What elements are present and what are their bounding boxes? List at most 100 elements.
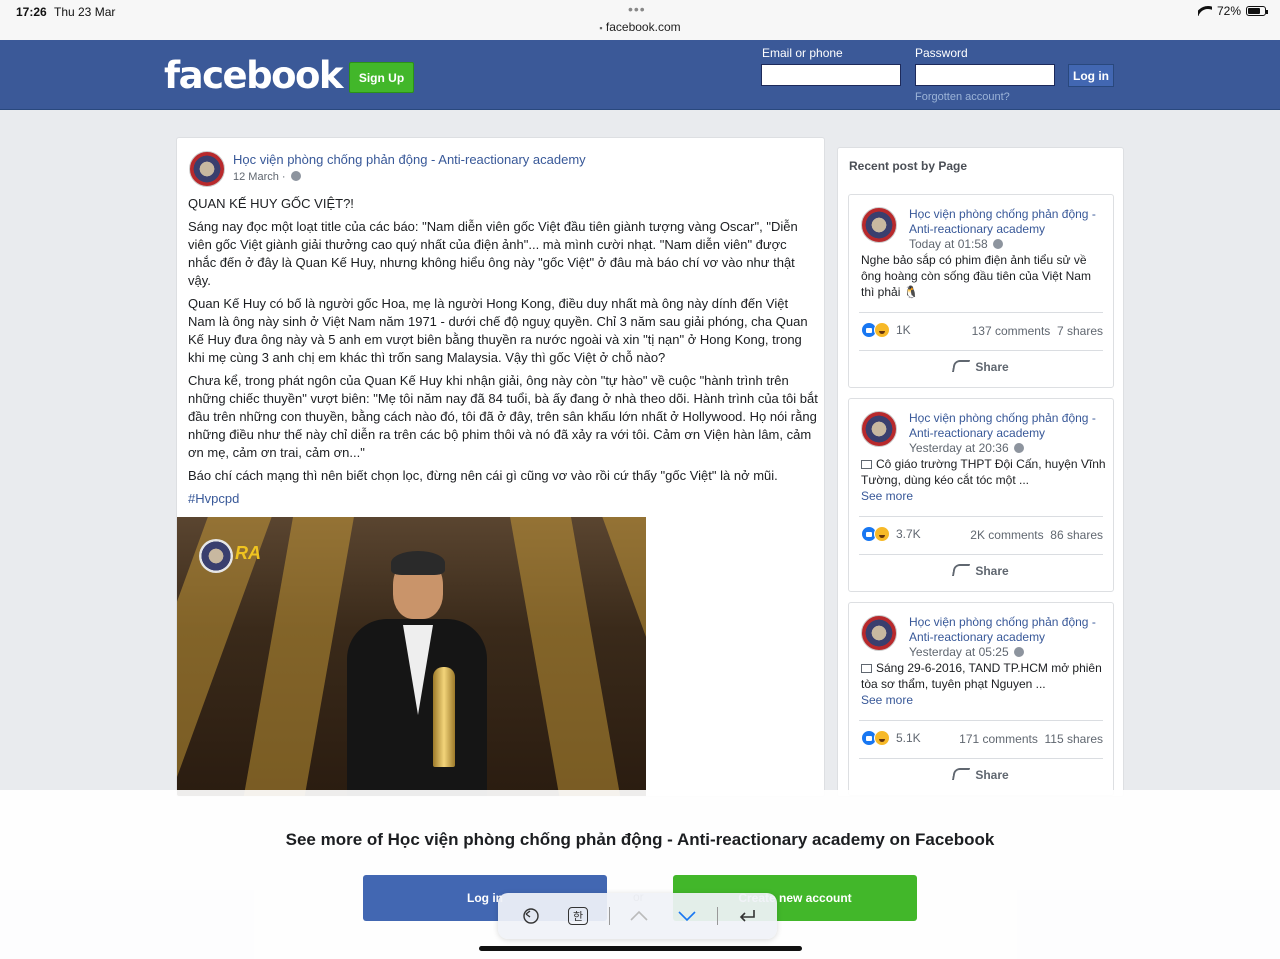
- reactions[interactable]: 1K: [861, 322, 911, 338]
- post-stats[interactable]: 171 comments 115 shares: [959, 732, 1103, 746]
- share-icon: [952, 360, 971, 372]
- divider: [859, 312, 1103, 313]
- oscar-statue: [433, 667, 455, 767]
- recent-post-time-text: Yesterday at 05:25: [909, 645, 1009, 659]
- post-paragraph: Sáng nay đọc một loạt title của các báo:…: [188, 219, 798, 288]
- post-date-text: 12 March ·: [233, 171, 286, 183]
- haha-icon: [874, 526, 890, 542]
- post-paragraph: QUAN KẾ HUY GỐC VIỆT?!: [188, 196, 354, 211]
- chevron-up-icon[interactable]: [628, 905, 650, 927]
- status-date: Thu 23 Mar: [54, 5, 116, 19]
- globe-icon: [1013, 443, 1024, 453]
- status-bar: 17:26 Thu 23 Mar ••• ▪ facebook.com 72%: [0, 0, 1280, 40]
- battery-icon: [1246, 6, 1268, 16]
- page-avatar[interactable]: [861, 615, 897, 651]
- main-post: Học viện phòng chống phản động - Anti-re…: [176, 137, 825, 797]
- share-label: Share: [975, 768, 1009, 782]
- see-more-link[interactable]: See more: [861, 489, 913, 503]
- post-paragraph: Quan Kế Huy có bố là người gốc Hoa, mẹ l…: [188, 296, 808, 365]
- share-button[interactable]: Share: [849, 768, 1113, 782]
- reaction-count: 1K: [896, 323, 911, 337]
- post-paragraph: Chưa kể, trong phát ngôn của Quan Kế Huy…: [188, 373, 818, 460]
- recent-post-text: Sáng 29-6-2016, TAND TP.HCM mở phiên tòa…: [861, 660, 1107, 708]
- recent-post-page-name[interactable]: Học viện phòng chống phản động - Anti-re…: [909, 207, 1105, 237]
- recent-post-time-text: Yesterday at 20:36: [909, 441, 1009, 455]
- signup-button[interactable]: Sign Up: [349, 62, 414, 93]
- post-page-name[interactable]: Học viện phòng chống phản động - Anti-re…: [233, 152, 586, 167]
- forgot-account-link[interactable]: Forgotten account?: [915, 91, 1010, 103]
- status-time: 17:26: [16, 5, 47, 19]
- facebook-logo[interactable]: facebook: [164, 54, 344, 97]
- recent-post-text-body: Sáng 29-6-2016, TAND TP.HCM mở phiên tòa…: [861, 661, 1102, 691]
- divider: [859, 516, 1103, 517]
- sidebar-title: Recent post by Page: [849, 159, 968, 173]
- share-label: Share: [975, 360, 1009, 374]
- reactions[interactable]: 5.1K: [861, 730, 921, 746]
- share-label: Share: [975, 564, 1009, 578]
- recent-post-card[interactable]: Học viện phòng chống phản động - Anti-re…: [848, 398, 1114, 592]
- recent-post-text: Nghe bảo sắp có phim điện ảnh tiểu sử về…: [861, 252, 1107, 300]
- login-prompt-title: See more of Học viện phòng chống phản độ…: [285, 830, 995, 849]
- wifi-icon: [1197, 6, 1212, 16]
- divider: [859, 554, 1103, 555]
- page-avatar[interactable]: [861, 411, 897, 447]
- recent-post-time[interactable]: Yesterday at 05:25: [909, 645, 1024, 659]
- recent-post-page-name[interactable]: Học viện phòng chống phản động - Anti-re…: [909, 615, 1105, 645]
- share-count: 86 shares: [1050, 528, 1103, 542]
- person-figure: [347, 547, 487, 796]
- email-field[interactable]: [761, 64, 901, 86]
- battery-percent: 72%: [1216, 4, 1241, 18]
- home-indicator[interactable]: [479, 946, 802, 951]
- header-login-button[interactable]: Log in: [1068, 64, 1114, 87]
- password-label: Password: [915, 46, 968, 60]
- recent-post-time[interactable]: Today at 01:58: [909, 237, 1004, 251]
- recent-post-text-body: Cô giáo trường THPT Đội Cấn, huyện Vĩnh …: [861, 457, 1106, 487]
- divider: [609, 907, 610, 925]
- post-paragraph: Báo chí cách mạng thì nên biết chọn lọc,…: [188, 468, 778, 483]
- divider: [717, 907, 718, 925]
- page-avatar[interactable]: [861, 207, 897, 243]
- recent-post-card[interactable]: Học viện phòng chống phản động - Anti-re…: [848, 194, 1114, 388]
- globe-icon: [993, 239, 1004, 249]
- undo-icon[interactable]: [520, 905, 542, 927]
- post-photo[interactable]: RA: [177, 517, 646, 796]
- return-icon[interactable]: [736, 905, 758, 927]
- post-stats[interactable]: 137 comments 7 shares: [972, 324, 1103, 338]
- facebook-header: facebook Sign Up Email or phone Password…: [0, 40, 1280, 110]
- divider: [859, 350, 1103, 351]
- recent-post-page-name[interactable]: Học viện phòng chống phản động - Anti-re…: [909, 411, 1105, 441]
- korean-keyboard-key[interactable]: 한: [568, 907, 588, 925]
- post-body: QUAN KẾ HUY GỐC VIỆT?! Sáng nay đọc một …: [188, 195, 818, 513]
- comment-count: 171 comments: [959, 732, 1038, 746]
- academy-logo: [199, 539, 233, 573]
- reactions[interactable]: 3.7K: [861, 526, 921, 542]
- post-stats[interactable]: 2K comments 86 shares: [970, 528, 1103, 542]
- haha-icon: [874, 730, 890, 746]
- comment-count: 2K comments: [970, 528, 1044, 542]
- recent-post-card[interactable]: Học viện phòng chống phản động - Anti-re…: [848, 602, 1114, 796]
- address-bar[interactable]: ▪ facebook.com: [0, 20, 1280, 34]
- multitasking-dots-icon[interactable]: •••: [628, 1, 646, 17]
- recent-post-text-body: Nghe bảo sắp có phim điện ảnh tiểu sử về…: [861, 253, 1091, 299]
- post-date[interactable]: 12 March ·: [233, 171, 301, 183]
- recent-post-time-text: Today at 01:58: [909, 237, 988, 251]
- recent-posts-sidebar: Recent post by Page Học viện phòng chống…: [837, 147, 1124, 797]
- share-icon: [952, 768, 971, 780]
- page-avatar[interactable]: [189, 151, 225, 187]
- recent-post-text: Cô giáo trường THPT Đội Cấn, huyện Vĩnh …: [861, 456, 1107, 504]
- globe-icon: [1013, 647, 1024, 657]
- divider: [859, 720, 1103, 721]
- share-button[interactable]: Share: [849, 360, 1113, 374]
- haha-icon: [874, 322, 890, 338]
- hashtag-link[interactable]: #Hvpcpd: [188, 490, 818, 508]
- share-button[interactable]: Share: [849, 564, 1113, 578]
- password-field[interactable]: [915, 64, 1055, 86]
- chevron-down-icon[interactable]: [676, 905, 698, 927]
- image-icon: [861, 460, 872, 469]
- light-beam: [507, 517, 623, 796]
- share-count: 7 shares: [1056, 324, 1103, 338]
- keyboard-accessory-bar: 한: [498, 893, 777, 939]
- recent-post-time[interactable]: Yesterday at 20:36: [909, 441, 1024, 455]
- comment-count: 137 comments: [971, 324, 1051, 338]
- see-more-link[interactable]: See more: [861, 693, 913, 707]
